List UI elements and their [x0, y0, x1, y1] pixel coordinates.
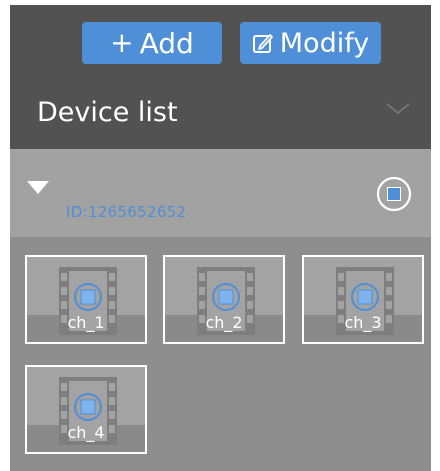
device-group[interactable]: ID:1265652652 [10, 149, 431, 237]
stop-circle-icon[interactable] [375, 175, 413, 213]
triangle-down-icon[interactable] [27, 181, 49, 195]
channel-label: ch_1 [67, 313, 105, 332]
plus-icon: + [110, 26, 134, 59]
channel-label: ch_4 [67, 423, 105, 442]
channel-card-3[interactable]: ch_3 [302, 255, 424, 344]
chevron-down-icon[interactable] [385, 101, 411, 117]
channel-card-2[interactable]: ch_2 [163, 255, 285, 344]
channel-card-4[interactable]: ch_4 [25, 365, 147, 454]
device-panel: + Add Modify Device list ID:1265652652 c… [10, 5, 431, 471]
device-list-title: Device list [37, 97, 178, 128]
modify-button[interactable]: Modify [240, 22, 381, 64]
modify-button-label: Modify [279, 27, 370, 59]
channel-card-1[interactable]: ch_1 [25, 255, 147, 344]
add-button[interactable]: + Add [82, 22, 222, 64]
channel-grid: ch_1 ch_2 ch_3 ch_4 [10, 237, 431, 471]
top-bar: + Add Modify Device list [10, 5, 431, 149]
edit-icon [252, 34, 273, 53]
device-id: ID:1265652652 [66, 203, 187, 221]
add-button-label: Add [139, 26, 194, 60]
channel-label: ch_3 [344, 313, 382, 332]
channel-label: ch_2 [205, 313, 243, 332]
